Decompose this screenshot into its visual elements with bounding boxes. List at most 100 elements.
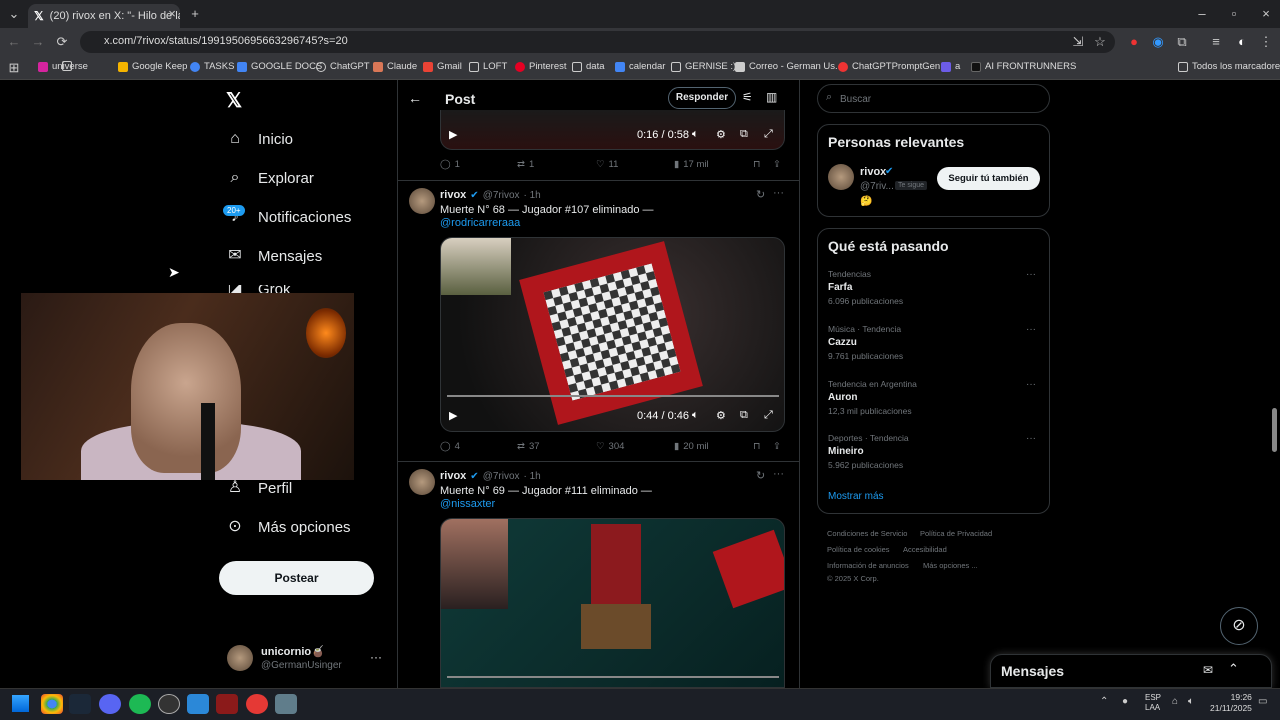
- grok-float-icon[interactable]: ⊘: [1220, 607, 1258, 645]
- relevant-avatar[interactable]: [828, 164, 854, 190]
- url-field[interactable]: x.com/7rivox/status/1991950695663296745?…: [80, 31, 1115, 53]
- play-icon[interactable]: ▶: [449, 409, 457, 422]
- spotify-taskbar-icon[interactable]: [129, 694, 151, 714]
- scrollbar-thumb[interactable]: [1272, 408, 1277, 452]
- relevant-name[interactable]: rivox: [860, 166, 886, 178]
- extension-icon[interactable]: ●: [1124, 32, 1144, 52]
- tweet-3-mention[interactable]: @nissaxter: [440, 498, 495, 510]
- volume-tray-icon[interactable]: 🔈︎: [1188, 696, 1194, 707]
- notifications-tray-icon[interactable]: ▭: [1258, 696, 1267, 707]
- bookmark-chatgpt[interactable]: ChatGPT: [316, 61, 370, 72]
- like-count[interactable]: ♡ 304: [596, 441, 624, 452]
- close-tab-icon[interactable]: ×: [162, 4, 182, 24]
- author-handle[interactable]: @7rivox: [483, 190, 520, 201]
- windows-start-icon[interactable]: [12, 695, 29, 712]
- grok-analyze-icon[interactable]: ↻: [756, 188, 765, 201]
- app-taskbar-icon[interactable]: [158, 694, 180, 714]
- app-3-taskbar-icon[interactable]: [246, 694, 268, 714]
- tweet-3-video[interactable]: [440, 518, 785, 688]
- nav-grok[interactable]: ◪Grok: [226, 285, 290, 293]
- progress-track[interactable]: [447, 395, 779, 397]
- repost-count[interactable]: ⇄ 1: [517, 159, 534, 170]
- new-message-icon[interactable]: ✉: [1203, 663, 1213, 677]
- reply-count[interactable]: ◯ 4: [440, 441, 460, 452]
- maximize-icon[interactable]: ▫: [1224, 4, 1244, 24]
- play-icon[interactable]: ▶: [449, 128, 457, 141]
- discord-taskbar-icon[interactable]: [99, 694, 121, 714]
- back-icon[interactable]: ←: [4, 32, 24, 52]
- follow-button[interactable]: Seguir tú también: [937, 167, 1040, 190]
- bookmark-star-icon[interactable]: ☆: [1090, 32, 1110, 52]
- filter-icon[interactable]: ⚟: [742, 90, 753, 104]
- nav-notificaciones[interactable]: ♪ Notificaciones: [226, 208, 351, 226]
- view-count[interactable]: ▮ 20 mil: [674, 441, 709, 452]
- all-bookmarks[interactable]: Todos los marcadores: [1178, 61, 1280, 72]
- like-count[interactable]: ♡ 11: [596, 159, 618, 170]
- new-tab-icon[interactable]: +: [185, 4, 205, 24]
- fullscreen-icon[interactable]: ⤢: [764, 409, 773, 422]
- footer-privacy[interactable]: Política de Privacidad: [920, 529, 992, 538]
- settings-icon[interactable]: ⚙︎: [716, 128, 726, 141]
- mic-icon[interactable]: ●: [1122, 696, 1128, 707]
- footer-accessibility[interactable]: Accesibilidad: [903, 545, 947, 554]
- tweet-1-video[interactable]: [440, 110, 785, 150]
- reload-icon[interactable]: ⟳: [52, 32, 72, 52]
- bookmark-calendar[interactable]: calendar: [615, 61, 665, 72]
- app-2-taskbar-icon[interactable]: [216, 694, 238, 714]
- tweet-more-icon[interactable]: ···: [773, 468, 784, 480]
- trend-more-icon[interactable]: ···: [1026, 269, 1036, 280]
- footer-ads-info[interactable]: Información de anuncios: [827, 561, 909, 570]
- reply-count[interactable]: ◯ 1: [440, 159, 460, 170]
- bookmark-loft[interactable]: LOFT: [469, 61, 507, 72]
- bookmark-icon[interactable]: ⊓: [753, 441, 760, 452]
- install-icon[interactable]: ⇲: [1068, 32, 1088, 52]
- tweet-2-video[interactable]: [440, 237, 785, 432]
- settings-taskbar-icon[interactable]: [275, 694, 297, 714]
- progress-track[interactable]: [447, 676, 779, 678]
- bookmark-icon[interactable]: ⊓: [753, 159, 760, 170]
- bookmark-gernise[interactable]: GERNISE :): [671, 61, 736, 72]
- settings-icon[interactable]: ⚙︎: [716, 409, 726, 422]
- post-button[interactable]: Postear: [219, 561, 374, 595]
- tweet-2-avatar[interactable]: [409, 188, 435, 214]
- browser-menu-icon[interactable]: ⋮: [1256, 32, 1276, 52]
- nav-perfil[interactable]: ♙ Perfil: [226, 479, 292, 497]
- account-more-icon[interactable]: ···: [370, 650, 382, 664]
- author-name[interactable]: rivox: [440, 189, 466, 201]
- pip-icon[interactable]: ⧉: [740, 128, 748, 141]
- language-indicator[interactable]: ESP LAA: [1145, 693, 1161, 713]
- reader-icon[interactable]: ▥: [766, 90, 777, 104]
- tweet-2-mention[interactable]: @rodricarreraaa: [440, 217, 520, 229]
- bookmark-a[interactable]: a: [941, 61, 960, 72]
- bookmark-pinterest[interactable]: Pinterest: [515, 61, 567, 72]
- clock[interactable]: 19:26 21/11/2025: [1210, 692, 1252, 714]
- share-icon[interactable]: ⇪: [773, 159, 781, 170]
- extensions-icon[interactable]: ⧉: [1172, 32, 1192, 52]
- bookmark-docs[interactable]: GOOGLE DOCS: [237, 61, 322, 72]
- tweet-time[interactable]: · 1h: [524, 190, 541, 201]
- tweet-3-avatar[interactable]: [409, 469, 435, 495]
- notepad-taskbar-icon[interactable]: [187, 694, 209, 714]
- tweet-more-icon[interactable]: ···: [773, 187, 784, 199]
- author-name[interactable]: rivox: [440, 470, 466, 482]
- trend-item[interactable]: Música · Tendencia Cazzu 9.761 publicaci…: [828, 324, 903, 361]
- extension-2-icon[interactable]: ◉: [1148, 32, 1168, 52]
- fullscreen-icon[interactable]: ⤢: [764, 128, 773, 141]
- bookmark-gmail[interactable]: Gmail: [423, 61, 462, 72]
- trend-item[interactable]: Tendencia en Argentina Auron 12,3 mil pu…: [828, 379, 917, 416]
- bookmark-keep[interactable]: Google Keep: [118, 61, 187, 72]
- bookmark-data[interactable]: data: [572, 61, 605, 72]
- nav-inicio[interactable]: ⌂ Inicio: [226, 130, 293, 148]
- volume-icon[interactable]: 🔈︎: [692, 128, 699, 141]
- profile-avatar-icon[interactable]: ◐: [1232, 32, 1252, 52]
- trend-more-icon[interactable]: ···: [1026, 324, 1036, 335]
- show-more-link[interactable]: Mostrar más: [828, 491, 884, 502]
- network-icon[interactable]: ⌂: [1172, 696, 1178, 707]
- footer-terms[interactable]: Condiciones de Servicio: [827, 529, 907, 538]
- bookmark-tasks[interactable]: TASKS: [190, 61, 234, 72]
- trend-more-icon[interactable]: ···: [1026, 433, 1036, 444]
- account-avatar[interactable]: [227, 645, 253, 671]
- reply-button[interactable]: Responder: [668, 87, 736, 109]
- share-icon[interactable]: ⇪: [773, 441, 781, 452]
- tab-search-icon[interactable]: ⌄: [4, 4, 24, 24]
